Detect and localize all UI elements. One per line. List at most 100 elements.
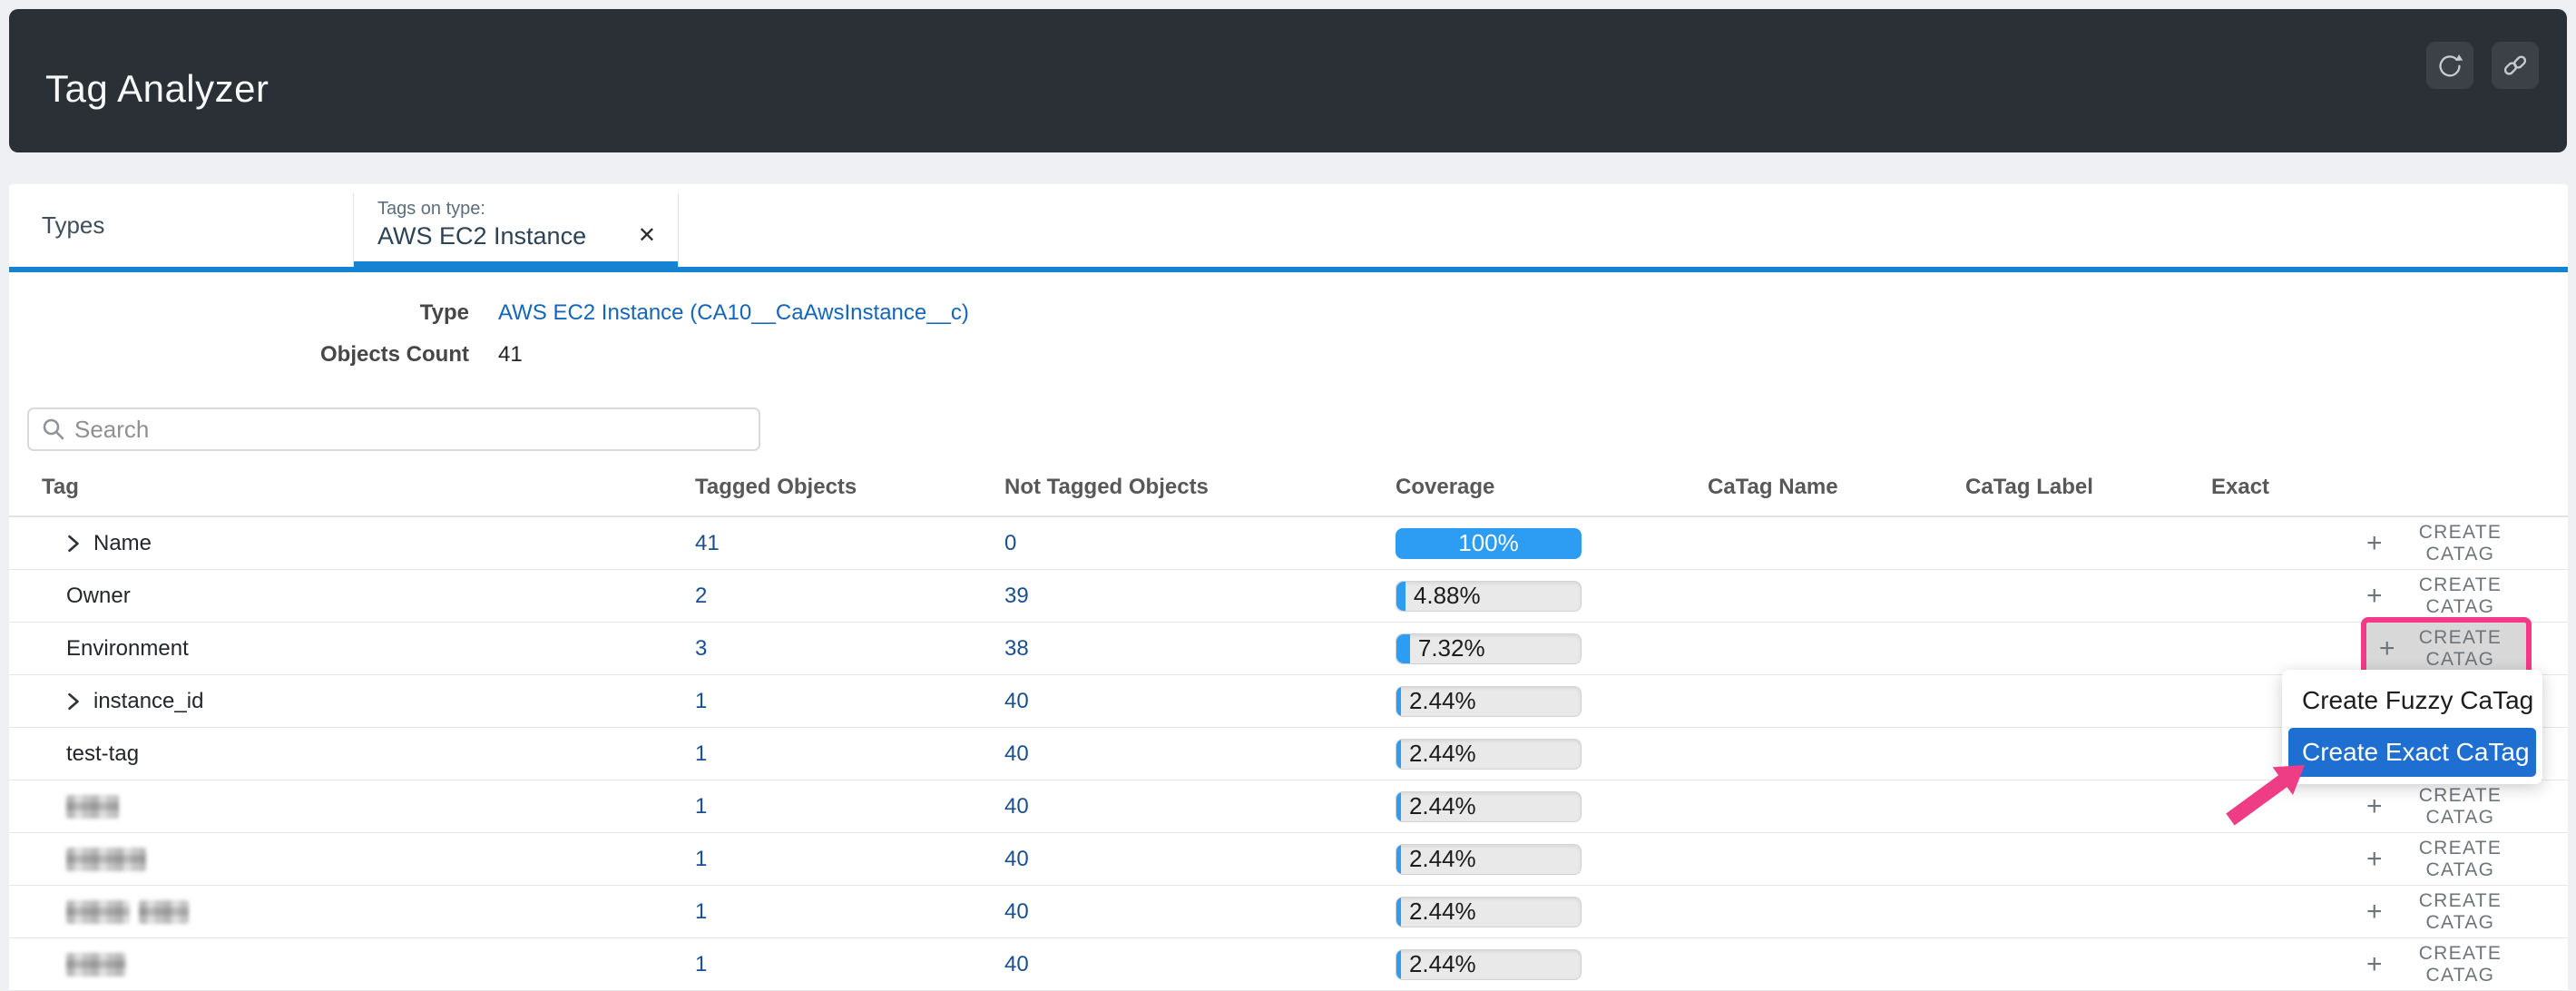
create-catag-button[interactable]: + CREATE CATAG [2361, 781, 2532, 832]
permalink-button[interactable] [2492, 42, 2539, 89]
not-tagged-objects-link[interactable]: 39 [1004, 584, 1029, 608]
not-tagged-objects-link[interactable]: 40 [1004, 899, 1029, 924]
not-tagged-objects-link[interactable]: 40 [1004, 794, 1029, 819]
tag-name: Owner [66, 584, 131, 609]
column-header-catag-name: CaTag Name [1708, 475, 1965, 500]
search-input[interactable] [73, 415, 759, 445]
type-label: Type [9, 300, 469, 326]
tagged-objects-link[interactable]: 3 [695, 636, 707, 661]
create-catag-menu: Create Fuzzy CaTag Create Exact CaTag [2282, 670, 2542, 784]
tab-divider [678, 193, 679, 267]
table-row: Owner 2 39 4.88% + CREATE CATAG [9, 570, 2568, 623]
main-card: Types Tags on type: AWS EC2 Instance ✕ T… [9, 184, 2568, 991]
coverage-value: 2.44% [1409, 792, 1476, 820]
plus-icon: + [2366, 530, 2384, 557]
coverage-bar: 2.44% [1396, 791, 1582, 822]
tab-tags-on-type[interactable]: Tags on type: AWS EC2 Instance ✕ [354, 184, 678, 267]
table-body: Name 41 0 100% + CREATE CATAG Own [9, 517, 2568, 991]
page-title: Tag Analyzer [45, 67, 269, 111]
column-header-exact: Exact [2211, 475, 2361, 500]
table-row: 1 40 2.44% + CREATE CATAG [9, 780, 2568, 833]
tag-name: test-tag [66, 741, 139, 767]
menu-item-create-fuzzy-catag[interactable]: Create Fuzzy CaTag [2282, 673, 2542, 728]
table-row: 1 40 2.44% + CREATE CATAG [9, 833, 2568, 886]
coverage-value: 2.44% [1409, 898, 1476, 926]
redacted-tag-name [66, 795, 119, 819]
not-tagged-objects-link[interactable]: 40 [1004, 689, 1029, 713]
tab-overline: Tags on type: [377, 199, 485, 220]
coverage-bar: 2.44% [1396, 949, 1582, 980]
link-icon [2500, 50, 2531, 81]
tagged-objects-link[interactable]: 1 [695, 847, 707, 871]
create-catag-button[interactable]: + CREATE CATAG [2361, 518, 2532, 569]
coverage-value: 100% [1396, 529, 1581, 557]
refresh-icon [2434, 50, 2465, 81]
coverage-bar: 100% [1396, 528, 1582, 559]
not-tagged-objects-link[interactable]: 0 [1004, 531, 1016, 555]
search-icon [42, 417, 65, 441]
search-box [27, 407, 760, 451]
create-catag-button[interactable]: + CREATE CATAG [2361, 571, 2532, 622]
create-catag-button[interactable]: + CREATE CATAG [2361, 887, 2532, 937]
coverage-bar: 4.88% [1396, 581, 1582, 612]
not-tagged-objects-link[interactable]: 40 [1004, 741, 1029, 766]
refresh-button[interactable] [2426, 42, 2473, 89]
plus-icon: + [2366, 898, 2384, 926]
column-header-tagged: Tagged Objects [695, 475, 1004, 500]
create-catag-button[interactable]: + CREATE CATAG [2374, 623, 2519, 674]
not-tagged-objects-link[interactable]: 38 [1004, 636, 1029, 661]
coverage-bar: 2.44% [1396, 844, 1582, 875]
not-tagged-objects-link[interactable]: 40 [1004, 847, 1029, 871]
create-catag-button[interactable]: + CREATE CATAG [2361, 939, 2532, 990]
create-catag-button[interactable]: + CREATE CATAG [2361, 834, 2532, 885]
close-icon[interactable]: ✕ [632, 224, 661, 248]
table-row: test-tag 1 40 2.44% [9, 728, 2568, 780]
coverage-bar: 2.44% [1396, 686, 1582, 717]
coverage-bar: 2.44% [1396, 897, 1582, 927]
coverage-value: 2.44% [1409, 845, 1476, 873]
plus-icon: + [2366, 583, 2384, 610]
type-link[interactable]: AWS EC2 Instance (CA10__CaAwsInstance__c… [498, 300, 969, 325]
tagged-objects-link[interactable]: 1 [695, 794, 707, 819]
column-header-catag-label: CaTag Label [1965, 475, 2211, 500]
objects-count-value: 41 [498, 342, 523, 368]
app-header: Tag Analyzer [9, 9, 2567, 152]
tagged-objects-link[interactable]: 1 [695, 741, 707, 766]
coverage-value: 7.32% [1418, 634, 1485, 662]
plus-icon: + [2366, 846, 2384, 873]
table-row: 1 40 2.44% + CREATE CATAG [9, 886, 2568, 938]
chevron-right-icon[interactable] [66, 692, 81, 711]
tab-label: AWS EC2 Instance [377, 222, 586, 250]
redacted-tag-name [66, 900, 130, 924]
plus-icon: + [2366, 793, 2384, 820]
coverage-value: 2.44% [1409, 687, 1476, 715]
plus-icon: + [2366, 951, 2384, 978]
table-row: instance_id 1 40 2.44% [9, 675, 2568, 728]
tab-types[interactable]: Types [9, 184, 353, 267]
not-tagged-objects-link[interactable]: 40 [1004, 952, 1029, 976]
coverage-value: 4.88% [1414, 582, 1481, 610]
tag-name: Environment [66, 636, 189, 662]
chevron-right-icon[interactable] [66, 535, 81, 553]
coverage-value: 2.44% [1409, 950, 1476, 978]
coverage-bar: 2.44% [1396, 739, 1582, 770]
tagged-objects-link[interactable]: 1 [695, 952, 707, 976]
redacted-tag-name [139, 900, 189, 924]
tagged-objects-link[interactable]: 41 [695, 531, 720, 555]
menu-item-create-exact-catag[interactable]: Create Exact CaTag [2288, 728, 2536, 777]
tag-analyzer-page: Tag Analyzer Types Tags [0, 0, 2576, 991]
column-header-coverage: Coverage [1396, 475, 1708, 500]
column-header-tag: Tag [9, 475, 695, 500]
active-tab-underline [354, 261, 678, 272]
tab-bar: Types Tags on type: AWS EC2 Instance ✕ [9, 184, 2568, 272]
coverage-value: 2.44% [1409, 740, 1476, 768]
tagged-objects-link[interactable]: 1 [695, 689, 707, 713]
plus-icon: + [2379, 635, 2396, 662]
redacted-tag-name [66, 953, 126, 976]
tagged-objects-link[interactable]: 1 [695, 899, 707, 924]
tag-name: instance_id [93, 689, 203, 714]
table-header: Tag Tagged Objects Not Tagged Objects Co… [9, 459, 2568, 517]
tagged-objects-link[interactable]: 2 [695, 584, 707, 608]
table-row: Environment 3 38 7.32% + CREATE CATAG [9, 623, 2568, 675]
table-row: 1 40 2.44% + CREATE CATAG [9, 938, 2568, 991]
